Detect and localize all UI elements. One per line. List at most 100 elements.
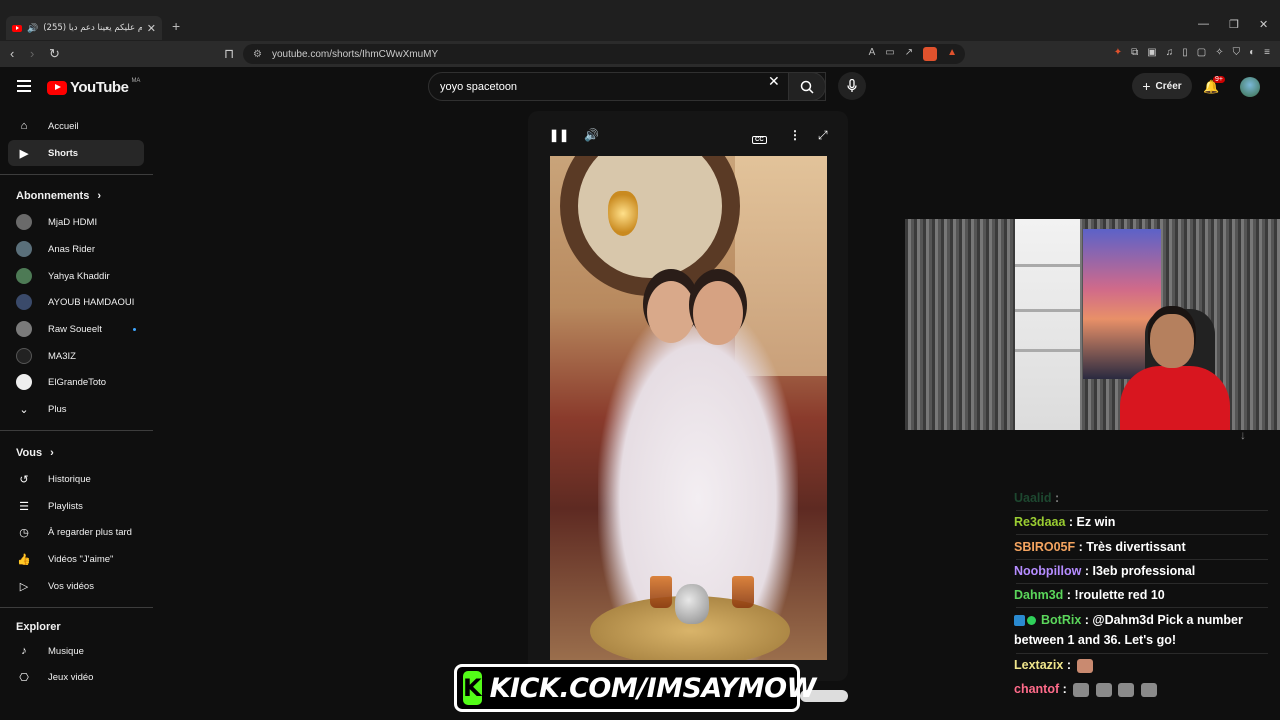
theme-icon[interactable]: ◐ bbox=[1249, 47, 1255, 58]
translate-icon[interactable]: A bbox=[869, 47, 876, 61]
account-avatar[interactable] bbox=[1240, 77, 1260, 97]
youtube-header: YouTube MA yoyo spacetoon ✕ + Créer 🔔 9+ bbox=[0, 67, 1280, 107]
address-bar[interactable]: ⚙ youtube.com/shorts/IhmCWwXmuMY A ▭ ↗ ▲ bbox=[243, 44, 965, 64]
chat-message: Noobpillow : I3eb professional bbox=[1014, 564, 1196, 578]
voice-search-button[interactable] bbox=[838, 72, 866, 100]
emote-icon bbox=[1073, 682, 1090, 697]
you-heading[interactable]: Vous › bbox=[16, 447, 54, 459]
sidebar-item-liked-videos[interactable]: 👍 Vidéos "J'aime" bbox=[8, 546, 144, 572]
new-tab-button[interactable]: + bbox=[172, 18, 180, 34]
site-info-icon[interactable]: ⚙ bbox=[253, 49, 262, 60]
sidebar-item-playlists[interactable]: ☰ Playlists bbox=[8, 493, 144, 519]
brave-shield-icon[interactable] bbox=[923, 47, 938, 61]
speaker-icon[interactable]: 🔊 bbox=[27, 23, 38, 34]
chat-message: Dahm3d : !roulette red 10 bbox=[1014, 588, 1165, 602]
sidebar-item-subscription[interactable]: AYOUB HAMDAOUI bbox=[8, 289, 144, 315]
puzzle-icon[interactable]: ⧉ bbox=[1131, 47, 1138, 58]
sidebar-toggle-icon[interactable]: ▯ bbox=[1182, 47, 1188, 58]
sidebar-divider bbox=[0, 607, 153, 608]
chat-message: BotRix : @Dahm3d Pick a number between 1… bbox=[1014, 613, 1243, 647]
channel-avatar bbox=[16, 374, 32, 390]
kick-logo-icon: K bbox=[463, 671, 482, 705]
chat-username: Dahm3d bbox=[1014, 588, 1064, 602]
sidebar-item-subscription[interactable]: Anas Rider bbox=[8, 236, 144, 262]
restore-icon[interactable]: ❐ bbox=[1229, 18, 1239, 31]
create-button[interactable]: + Créer bbox=[1132, 73, 1192, 99]
short-video-frame[interactable] bbox=[550, 156, 827, 660]
channel-name: Yahya Khaddir bbox=[48, 270, 110, 282]
teapot bbox=[675, 584, 709, 624]
screenshot-icon[interactable]: ▣ bbox=[1147, 47, 1156, 58]
kick-url-text: KICK.COM/IMSAYMOW bbox=[489, 672, 817, 704]
cast-icon[interactable]: ▭ bbox=[885, 47, 894, 61]
sidebar-divider bbox=[0, 430, 153, 431]
browser-tab-bar: 🔊 (255) سلام عليكم يعينا دعم ديا ✕ + — ❐… bbox=[0, 0, 1280, 41]
wallet-icon[interactable]: ▢ bbox=[1197, 47, 1206, 58]
sidebar-item-home[interactable]: ⌂ Accueil bbox=[8, 113, 144, 139]
sidebar-item-shorts[interactable]: ▶ Shorts bbox=[8, 140, 144, 166]
sidebar-item-label: Playlists bbox=[48, 500, 83, 512]
back-icon[interactable]: ‹ bbox=[10, 46, 14, 61]
home-icon: ⌂ bbox=[20, 120, 28, 132]
close-window-icon[interactable]: ✕ bbox=[1259, 18, 1268, 31]
person-head bbox=[693, 281, 743, 345]
sidebar-item-label: Historique bbox=[48, 473, 91, 485]
chevron-right-icon: › bbox=[97, 190, 102, 202]
explore-heading: Explorer bbox=[16, 621, 61, 633]
guide-menu-icon[interactable] bbox=[17, 80, 31, 92]
sidebar-item-watch-later[interactable]: ◷ À regarder plus tard bbox=[8, 519, 144, 545]
sidebar-item-more[interactable]: ⌄ Plus bbox=[8, 396, 144, 422]
extension-icon[interactable]: ✦ bbox=[1114, 47, 1122, 58]
reload-icon[interactable]: ↻ bbox=[49, 46, 60, 62]
search-button[interactable] bbox=[788, 72, 826, 101]
chat-username: BotRix bbox=[1041, 613, 1082, 627]
kick-channel-banner: K KICK.COM/IMSAYMOW bbox=[454, 664, 816, 712]
close-tab-icon[interactable]: ✕ bbox=[147, 22, 156, 35]
minimize-icon[interactable]: — bbox=[1198, 18, 1209, 30]
shorts-player[interactable]: ❚❚ 🔊 CC ⋮ ⤢ bbox=[528, 111, 848, 681]
sidebar-item-subscription[interactable]: Raw Soueelt bbox=[8, 316, 144, 342]
vpn-icon[interactable]: ⛉ bbox=[1233, 47, 1241, 58]
sidebar-item-your-videos[interactable]: ▷ Vos vidéos bbox=[8, 573, 144, 599]
youtube-logo[interactable]: YouTube MA bbox=[47, 77, 141, 96]
sidebar-item-music[interactable]: ♪ Musique bbox=[8, 638, 144, 664]
media-icon[interactable]: ♫ bbox=[1166, 47, 1174, 58]
share-icon[interactable]: ↗ bbox=[905, 47, 913, 61]
clear-search-icon[interactable]: ✕ bbox=[768, 73, 780, 90]
playlist-icon: ☰ bbox=[19, 500, 29, 513]
volume-icon[interactable]: 🔊 bbox=[584, 128, 599, 142]
new-content-dot bbox=[133, 327, 136, 331]
captions-icon[interactable]: CC bbox=[752, 130, 767, 144]
subscriptions-heading[interactable]: Abonnements › bbox=[16, 190, 101, 202]
channel-avatar bbox=[16, 294, 32, 310]
logo-country-code: MA bbox=[131, 77, 141, 84]
emote-icon bbox=[1140, 682, 1157, 697]
rewards-icon[interactable]: ▲ bbox=[947, 47, 957, 61]
pause-icon[interactable]: ❚❚ bbox=[549, 128, 569, 142]
sidebar-item-subscription[interactable]: Yahya Khaddir bbox=[8, 263, 144, 289]
sidebar-item-label: Jeux vidéo bbox=[48, 671, 94, 683]
url-text: youtube.com/shorts/IhmCWwXmuMY bbox=[271, 48, 439, 60]
arrow-down-icon[interactable]: ↓ bbox=[1240, 428, 1246, 442]
sidebar-item-gaming[interactable]: ⎔ Jeux vidéo bbox=[8, 664, 144, 690]
menu-icon[interactable]: ≡ bbox=[1264, 47, 1270, 58]
leo-icon[interactable]: ✧ bbox=[1215, 47, 1223, 58]
bookmark-icon[interactable]: ⊓ bbox=[224, 46, 234, 62]
fullscreen-icon[interactable]: ⤢ bbox=[818, 128, 828, 143]
sidebar-item-history[interactable]: ↺ Historique bbox=[8, 466, 144, 492]
chat-username: Re3daaa bbox=[1014, 515, 1066, 529]
you-title: Vous bbox=[16, 447, 43, 459]
microphone-icon bbox=[847, 79, 857, 92]
forward-icon[interactable]: › bbox=[30, 46, 34, 61]
channel-name: AYOUB HAMDAOUI bbox=[48, 296, 135, 308]
sidebar-item-subscription[interactable]: ElGrandeToto bbox=[8, 369, 144, 395]
more-options-icon[interactable]: ⋮ bbox=[789, 128, 801, 142]
chat-text: I3eb professional bbox=[1092, 564, 1196, 578]
channel-avatar bbox=[16, 214, 32, 230]
search-input[interactable]: yoyo spacetoon bbox=[428, 72, 826, 101]
chat-message: chantof : bbox=[1014, 679, 1157, 699]
sidebar-item-subscription[interactable]: MA3IZ bbox=[8, 343, 144, 369]
sidebar-item-subscription[interactable]: MjaD HDMI bbox=[8, 209, 144, 235]
browser-tab[interactable]: 🔊 (255) سلام عليكم يعينا دعم ديا ✕ bbox=[6, 16, 162, 40]
plus-icon: + bbox=[1142, 78, 1151, 94]
